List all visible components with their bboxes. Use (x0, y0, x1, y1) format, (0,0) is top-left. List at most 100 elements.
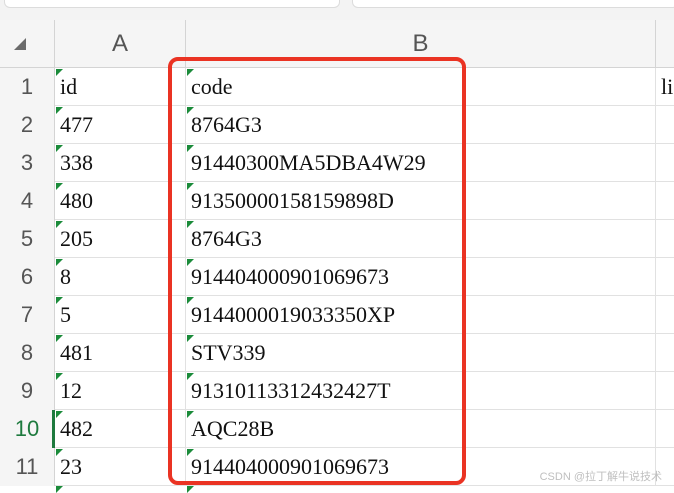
table-row: 3 338 91440300MA5DBA4W29 (0, 144, 674, 182)
cell-b[interactable]: 914404000901069673 (186, 258, 656, 295)
cell-value: 8764G3 (191, 226, 262, 251)
row-header[interactable]: 10 (0, 410, 55, 448)
row-header[interactable]: 2 (0, 106, 55, 144)
text-number-flag-icon (56, 69, 63, 76)
cell-value: 338 (60, 150, 93, 175)
text-number-flag-icon (56, 145, 63, 152)
cell-value: 477 (60, 112, 93, 137)
cell-value: 12 (60, 378, 82, 403)
spreadsheet-grid: 1 id code li 2 477 8764G3 3 338 91440300MA5DBA4W2… (0, 68, 674, 486)
cell-a[interactable]: 23 (55, 448, 186, 485)
table-row: 2 477 8764G3 (0, 106, 674, 144)
table-row: 10 482 AQC28B (0, 410, 674, 448)
cell-b[interactable]: AQC28B (186, 410, 656, 447)
column-header-b[interactable]: B (186, 20, 656, 67)
cell-b[interactable]: STV339 (186, 334, 656, 371)
row-header[interactable]: 8 (0, 334, 55, 372)
cell-c[interactable]: li (656, 68, 674, 105)
column-header-a[interactable]: A (55, 20, 186, 67)
cell-value: id (60, 74, 78, 99)
cell-value: 91350000158159898D (191, 188, 394, 213)
text-number-flag-icon (56, 411, 63, 418)
text-number-flag-icon (56, 335, 63, 342)
cell-a[interactable]: 12 (55, 372, 186, 409)
cell-a[interactable]: 482 (55, 410, 186, 447)
cell-value: 914404000901069673 (191, 264, 389, 289)
text-number-flag-icon (56, 373, 63, 380)
cell-value: 205 (60, 226, 93, 251)
cell-c[interactable] (656, 372, 674, 409)
cell-a[interactable]: 8 (55, 258, 186, 295)
cell-value: 8764G3 (191, 112, 262, 137)
cell-b[interactable]: 91350000158159898D (186, 182, 656, 219)
cell-value: STV339 (191, 340, 266, 365)
cell-b[interactable]: 9144000019033350XP (186, 296, 656, 333)
cell-value: li (661, 74, 674, 99)
formula-bar-right[interactable] (352, 0, 674, 8)
cell-a[interactable]: 477 (55, 106, 186, 143)
column-header-row: A B (0, 20, 674, 68)
cell-value: 5 (60, 302, 71, 327)
cell-c[interactable] (656, 144, 674, 181)
text-number-flag-icon (56, 107, 63, 114)
table-row: 4 480 91350000158159898D (0, 182, 674, 220)
cell-c[interactable] (656, 296, 674, 333)
text-number-flag-icon (187, 411, 194, 418)
cell-b[interactable]: 8764G3 (186, 106, 656, 143)
table-row: 7 5 9144000019033350XP (0, 296, 674, 334)
cell-b[interactable]: 91310113312432427T (186, 372, 656, 409)
cell-a[interactable]: 481 (55, 334, 186, 371)
text-number-flag-icon (56, 183, 63, 190)
cell-a[interactable]: 338 (55, 144, 186, 181)
select-all-icon (14, 38, 26, 50)
row-header[interactable]: 9 (0, 372, 55, 410)
cell-value: 480 (60, 188, 93, 213)
cell-c[interactable] (656, 220, 674, 257)
cell-value: 481 (60, 340, 93, 365)
cell-value: 91310113312432427T (191, 378, 391, 403)
cell-c[interactable] (656, 410, 674, 447)
column-header-c[interactable] (656, 20, 674, 67)
text-number-flag-icon (187, 335, 194, 342)
text-number-flag-icon (187, 449, 194, 456)
cell-value: 482 (60, 416, 93, 441)
cell-a[interactable]: 480 (55, 182, 186, 219)
row-header[interactable]: 7 (0, 296, 55, 334)
formula-bar-left[interactable] (4, 0, 340, 8)
cell-value: 23 (60, 454, 82, 479)
cell-b[interactable]: code (186, 68, 656, 105)
cell-c[interactable] (656, 106, 674, 143)
row-header[interactable]: 1 (0, 68, 55, 106)
row-header[interactable]: 4 (0, 182, 55, 220)
cell-a[interactable]: 205 (55, 220, 186, 257)
cell-b[interactable]: 91440300MA5DBA4W29 (186, 144, 656, 181)
row-header[interactable]: 3 (0, 144, 55, 182)
cell-b[interactable]: 8764G3 (186, 220, 656, 257)
table-row: 1 id code li (0, 68, 674, 106)
top-toolbar (0, 0, 674, 20)
text-number-flag-icon (187, 259, 194, 266)
cell-a[interactable]: 5 (55, 296, 186, 333)
watermark-text: CSDN @拉丁解牛说技术 (539, 471, 662, 483)
text-number-flag-icon (187, 145, 194, 152)
select-all-corner[interactable] (0, 20, 55, 67)
text-number-flag-icon (187, 373, 194, 380)
text-number-flag-icon (56, 449, 63, 456)
table-row: 8 481 STV339 (0, 334, 674, 372)
cell-value: code (191, 74, 233, 99)
text-number-flag-icon (187, 107, 194, 114)
next-row-peek (0, 486, 674, 493)
cell-value: 9144000019033350XP (191, 302, 396, 327)
row-header[interactable]: 6 (0, 258, 55, 296)
text-number-flag-icon (56, 221, 63, 228)
cell-value: 914404000901069673 (191, 454, 389, 479)
row-header[interactable]: 5 (0, 220, 55, 258)
text-number-flag-icon (187, 221, 194, 228)
cell-c[interactable] (656, 182, 674, 219)
cell-c[interactable] (656, 258, 674, 295)
text-number-flag-icon (56, 259, 63, 266)
cell-a[interactable]: id (55, 68, 186, 105)
row-header[interactable]: 11 (0, 448, 55, 486)
cell-c[interactable] (656, 334, 674, 371)
cell-value: AQC28B (191, 416, 275, 441)
